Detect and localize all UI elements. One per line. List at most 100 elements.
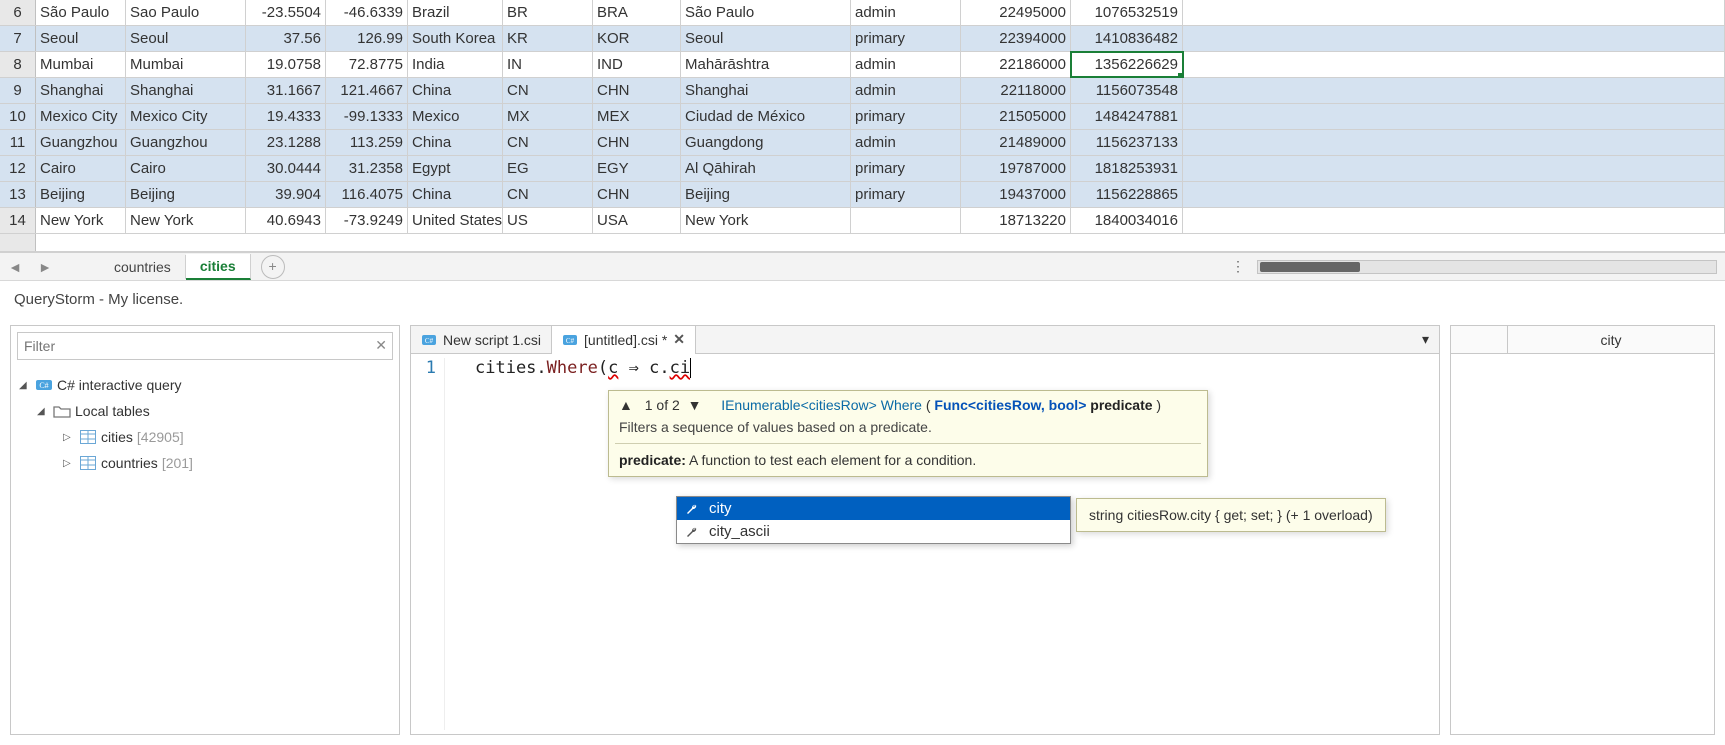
grid-cell-empty[interactable] [1183, 52, 1725, 77]
grid-cell[interactable]: CHN [593, 130, 681, 155]
grid-cell-empty[interactable] [1183, 104, 1725, 129]
grid-cell[interactable]: 40.6943 [246, 208, 326, 233]
grid-cell-empty[interactable] [1183, 156, 1725, 181]
grid-row[interactable]: 13BeijingBeijing39.904116.4075ChinaCNCHN… [0, 182, 1725, 208]
grid-cell[interactable]: 31.2358 [326, 156, 408, 181]
grid-cell[interactable]: CHN [593, 78, 681, 103]
horizontal-scrollbar[interactable] [1257, 260, 1717, 274]
grid-row[interactable]: 12CairoCairo30.044431.2358EgyptEGEGYAl Q… [0, 156, 1725, 182]
grid-cell[interactable]: 19.4333 [246, 104, 326, 129]
grid-cell[interactable]: Mexico City [36, 104, 126, 129]
grid-cell[interactable]: Al Qāhirah [681, 156, 851, 181]
grid-cell[interactable]: 21489000 [961, 130, 1071, 155]
row-number[interactable]: 7 [0, 26, 36, 51]
grid-cell[interactable]: Seoul [126, 26, 246, 51]
tree-table-cities[interactable]: ▷ cities [42905] [19, 424, 391, 450]
grid-cell[interactable]: 1156228865 [1071, 182, 1183, 207]
grid-cell[interactable]: MEX [593, 104, 681, 129]
grid-row[interactable]: 10Mexico CityMexico City19.4333-99.1333M… [0, 104, 1725, 130]
grid-cell[interactable]: Guangzhou [126, 130, 246, 155]
grid-cell[interactable]: primary [851, 182, 961, 207]
grid-cell[interactable]: Beijing [36, 182, 126, 207]
grid-cell[interactable]: Shanghai [681, 78, 851, 103]
grid-cell-empty[interactable] [1183, 208, 1725, 233]
grid-cell[interactable]: 18713220 [961, 208, 1071, 233]
grid-cell[interactable]: Seoul [36, 26, 126, 51]
grid-cell[interactable]: CN [503, 78, 593, 103]
add-sheet-button[interactable]: + [261, 255, 285, 279]
grid-cell[interactable]: 19.0758 [246, 52, 326, 77]
tree-table-countries[interactable]: ▷ countries [201] [19, 450, 391, 476]
grid-cell[interactable]: EG [503, 156, 593, 181]
grid-cell[interactable] [851, 208, 961, 233]
grid-cell[interactable]: Mumbai [126, 52, 246, 77]
row-number[interactable]: 14 [0, 208, 36, 233]
grid-row[interactable]: 7SeoulSeoul37.56126.99South KoreaKRKORSe… [0, 26, 1725, 52]
grid-cell[interactable]: 116.4075 [326, 182, 408, 207]
grid-cell[interactable]: 37.56 [246, 26, 326, 51]
grid-cell[interactable]: China [408, 182, 503, 207]
grid-cell[interactable]: Shanghai [36, 78, 126, 103]
grid-cell[interactable]: admin [851, 52, 961, 77]
grid-cell[interactable]: São Paulo [36, 0, 126, 25]
grid-cell[interactable]: United States [408, 208, 503, 233]
grid-cell[interactable]: USA [593, 208, 681, 233]
grid-cell[interactable]: admin [851, 0, 961, 25]
grid-cell-empty[interactable] [1183, 130, 1725, 155]
row-number[interactable]: 6 [0, 0, 36, 25]
grid-cell[interactable]: 22394000 [961, 26, 1071, 51]
grid-cell[interactable]: 1076532519 [1071, 0, 1183, 25]
grid-cell[interactable]: Seoul [681, 26, 851, 51]
row-number[interactable]: 11 [0, 130, 36, 155]
grid-cell[interactable]: 39.904 [246, 182, 326, 207]
grid-cell[interactable]: MX [503, 104, 593, 129]
grid-cell-empty[interactable] [1183, 182, 1725, 207]
row-number[interactable]: 13 [0, 182, 36, 207]
tab-nav-prev[interactable]: ◄ [0, 259, 30, 275]
scrollbar-thumb[interactable] [1260, 262, 1360, 272]
grid-cell[interactable]: Mexico City [126, 104, 246, 129]
grid-cell[interactable]: São Paulo [681, 0, 851, 25]
editor-tabs-menu-icon[interactable]: ▾ [1412, 331, 1439, 348]
close-tab-icon[interactable]: ✕ [673, 331, 685, 348]
row-number[interactable]: 12 [0, 156, 36, 181]
grid-cell[interactable]: Egypt [408, 156, 503, 181]
grid-row[interactable]: 9ShanghaiShanghai31.1667121.4667ChinaCNC… [0, 78, 1725, 104]
grid-cell[interactable]: CN [503, 182, 593, 207]
row-number[interactable]: 9 [0, 78, 36, 103]
grid-cell[interactable]: New York [681, 208, 851, 233]
grid-cell[interactable]: primary [851, 156, 961, 181]
grid-cell[interactable]: -23.5504 [246, 0, 326, 25]
grid-cell[interactable]: EGY [593, 156, 681, 181]
grid-cell[interactable]: South Korea [408, 26, 503, 51]
grid-cell[interactable]: 1840034016 [1071, 208, 1183, 233]
grid-cell[interactable]: Mahārāshtra [681, 52, 851, 77]
autocomplete-item-city[interactable]: city [677, 497, 1070, 520]
grid-cell[interactable]: New York [126, 208, 246, 233]
tree-local-tables[interactable]: ◢ Local tables [19, 398, 391, 424]
sheet-options-icon[interactable]: ⋮ [1231, 258, 1247, 275]
grid-cell[interactable]: 31.1667 [246, 78, 326, 103]
results-corner-cell[interactable] [1451, 326, 1507, 353]
grid-cell[interactable]: primary [851, 104, 961, 129]
grid-cell[interactable]: 21505000 [961, 104, 1071, 129]
grid-cell[interactable]: IND [593, 52, 681, 77]
grid-cell[interactable]: Ciudad de México [681, 104, 851, 129]
grid-cell[interactable]: Beijing [126, 182, 246, 207]
grid-cell[interactable]: Shanghai [126, 78, 246, 103]
grid-cell[interactable]: US [503, 208, 593, 233]
grid-cell[interactable]: Cairo [126, 156, 246, 181]
row-number[interactable]: 10 [0, 104, 36, 129]
grid-cell[interactable]: Brazil [408, 0, 503, 25]
grid-cell[interactable]: 1484247881 [1071, 104, 1183, 129]
tree-root-csharp[interactable]: ◢ C# C# interactive query [19, 372, 391, 398]
signature-next-icon[interactable]: ▼ [688, 397, 702, 413]
row-number[interactable]: 8 [0, 52, 36, 77]
grid-cell[interactable]: IN [503, 52, 593, 77]
grid-cell[interactable]: Cairo [36, 156, 126, 181]
tab-nav-next[interactable]: ► [30, 259, 60, 275]
grid-cell[interactable]: 72.8775 [326, 52, 408, 77]
grid-cell[interactable]: Guangdong [681, 130, 851, 155]
grid-cell[interactable]: KOR [593, 26, 681, 51]
grid-cell[interactable]: India [408, 52, 503, 77]
